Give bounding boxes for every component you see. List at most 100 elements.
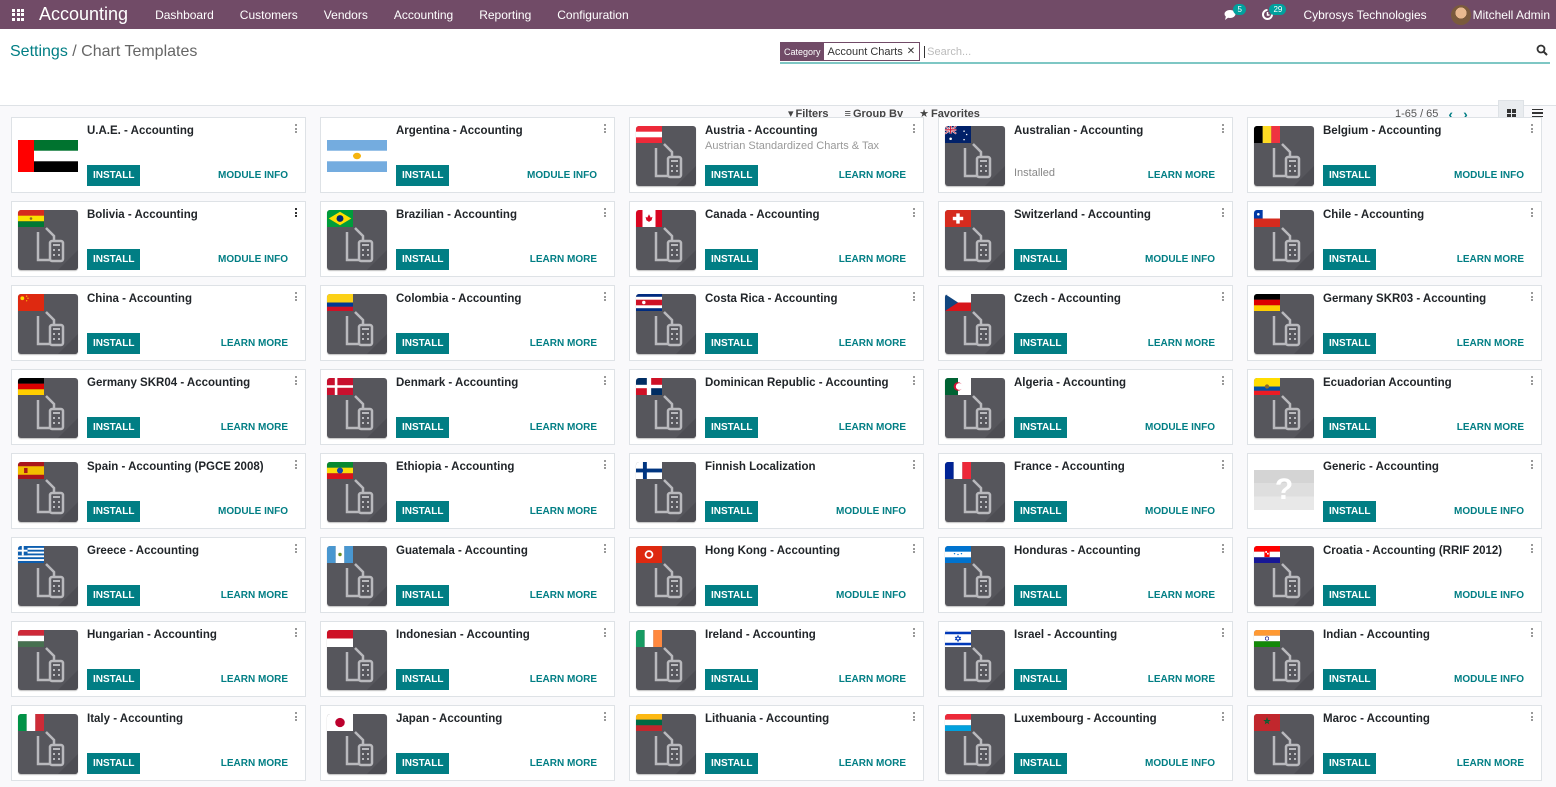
module-card[interactable]: Chile - Accounting INSTALL LEARN MORE: [1247, 201, 1542, 277]
module-card[interactable]: Maroc - Accounting INSTALL LEARN MORE: [1247, 705, 1542, 781]
module-card[interactable]: Ireland - Accounting INSTALL LEARN MORE: [629, 621, 924, 697]
learn-more-link[interactable]: LEARN MORE: [221, 590, 288, 601]
card-menu-icon[interactable]: [1222, 292, 1226, 301]
card-menu-icon[interactable]: [913, 376, 917, 385]
learn-more-link[interactable]: LEARN MORE: [839, 338, 906, 349]
card-menu-icon[interactable]: [1222, 628, 1226, 637]
install-button[interactable]: INSTALL: [396, 753, 450, 774]
module-card[interactable]: Hungarian - Accounting INSTALL LEARN MORE: [11, 621, 306, 697]
module-card[interactable]: Algeria - Accounting INSTALL MODULE INFO: [938, 369, 1233, 445]
company-switcher[interactable]: Cybrosys Technologies: [1303, 8, 1426, 22]
search-input[interactable]: [924, 45, 1536, 58]
install-button[interactable]: INSTALL: [87, 501, 141, 522]
module-info-link[interactable]: MODULE INFO: [1454, 170, 1524, 181]
card-menu-icon[interactable]: [1531, 544, 1535, 553]
learn-more-link[interactable]: LEARN MORE: [221, 758, 288, 769]
install-button[interactable]: INSTALL: [1323, 333, 1377, 354]
install-button[interactable]: INSTALL: [396, 165, 450, 186]
learn-more-link[interactable]: LEARN MORE: [221, 338, 288, 349]
menu-customers[interactable]: Customers: [227, 8, 311, 22]
learn-more-link[interactable]: LEARN MORE: [839, 758, 906, 769]
card-menu-icon[interactable]: [1222, 124, 1226, 133]
module-card[interactable]: Indonesian - Accounting INSTALL LEARN MORE: [320, 621, 615, 697]
install-button[interactable]: INSTALL: [87, 753, 141, 774]
install-button[interactable]: INSTALL: [396, 669, 450, 690]
card-menu-icon[interactable]: [913, 460, 917, 469]
install-button[interactable]: INSTALL: [705, 417, 759, 438]
module-card[interactable]: Guatemala - Accounting INSTALL LEARN MORE: [320, 537, 615, 613]
messages-button[interactable]: 5: [1213, 0, 1249, 29]
install-button[interactable]: INSTALL: [396, 249, 450, 270]
install-button[interactable]: INSTALL: [396, 501, 450, 522]
module-card[interactable]: Ethiopia - Accounting INSTALL LEARN MORE: [320, 453, 615, 529]
install-button[interactable]: INSTALL: [705, 753, 759, 774]
learn-more-link[interactable]: LEARN MORE: [839, 674, 906, 685]
card-menu-icon[interactable]: [913, 124, 917, 133]
menu-configuration[interactable]: Configuration: [544, 8, 641, 22]
card-menu-icon[interactable]: [1222, 376, 1226, 385]
learn-more-link[interactable]: LEARN MORE: [1457, 422, 1524, 433]
module-card[interactable]: Hong Kong - Accounting INSTALL MODULE INFO: [629, 537, 924, 613]
card-menu-icon[interactable]: [913, 544, 917, 553]
card-menu-icon[interactable]: [1531, 628, 1535, 637]
module-card[interactable]: Indian - Accounting INSTALL MODULE INFO: [1247, 621, 1542, 697]
module-card[interactable]: Argentina - Accounting INSTALL MODULE INFO: [320, 117, 615, 193]
facet-remove-icon[interactable]: ✕: [907, 43, 919, 60]
card-menu-icon[interactable]: [604, 712, 608, 721]
install-button[interactable]: INSTALL: [396, 585, 450, 606]
learn-more-link[interactable]: LEARN MORE: [530, 590, 597, 601]
card-menu-icon[interactable]: [913, 208, 917, 217]
install-button[interactable]: INSTALL: [705, 501, 759, 522]
module-card[interactable]: Switzerland - Accounting INSTALL MODULE IN…: [938, 201, 1233, 277]
learn-more-link[interactable]: LEARN MORE: [530, 674, 597, 685]
card-menu-icon[interactable]: [1222, 460, 1226, 469]
install-button[interactable]: INSTALL: [87, 669, 141, 690]
install-button[interactable]: INSTALL: [705, 669, 759, 690]
learn-more-link[interactable]: LEARN MORE: [530, 506, 597, 517]
module-info-link[interactable]: MODULE INFO: [1145, 758, 1215, 769]
install-button[interactable]: INSTALL: [396, 333, 450, 354]
install-button[interactable]: INSTALL: [87, 585, 141, 606]
learn-more-link[interactable]: LEARN MORE: [1148, 338, 1215, 349]
module-card[interactable]: U.A.E. - Accounting INSTALL MODULE INFO: [11, 117, 306, 193]
card-menu-icon[interactable]: [604, 544, 608, 553]
card-menu-icon[interactable]: [913, 292, 917, 301]
install-button[interactable]: INSTALL: [87, 417, 141, 438]
module-card[interactable]: Italy - Accounting INSTALL LEARN MORE: [11, 705, 306, 781]
learn-more-link[interactable]: LEARN MORE: [530, 758, 597, 769]
install-button[interactable]: INSTALL: [1323, 249, 1377, 270]
learn-more-link[interactable]: LEARN MORE: [1148, 674, 1215, 685]
card-menu-icon[interactable]: [295, 376, 299, 385]
menu-vendors[interactable]: Vendors: [311, 8, 381, 22]
install-button[interactable]: INSTALL: [1323, 669, 1377, 690]
module-card[interactable]: Lithuania - Accounting INSTALL LEARN MORE: [629, 705, 924, 781]
card-menu-icon[interactable]: [295, 208, 299, 217]
module-card[interactable]: Austria - Accounting Austrian Standardize…: [629, 117, 924, 193]
install-button[interactable]: INSTALL: [1014, 249, 1068, 270]
install-button[interactable]: INSTALL: [396, 417, 450, 438]
module-card[interactable]: Czech - Accounting INSTALL LEARN MORE: [938, 285, 1233, 361]
card-menu-icon[interactable]: [913, 628, 917, 637]
module-card[interactable]: Denmark - Accounting INSTALL LEARN MORE: [320, 369, 615, 445]
app-title[interactable]: Accounting: [39, 4, 128, 25]
learn-more-link[interactable]: LEARN MORE: [1457, 254, 1524, 265]
learn-more-link[interactable]: LEARN MORE: [839, 254, 906, 265]
card-menu-icon[interactable]: [1531, 460, 1535, 469]
card-menu-icon[interactable]: [604, 376, 608, 385]
card-menu-icon[interactable]: [1531, 292, 1535, 301]
module-info-link[interactable]: MODULE INFO: [836, 506, 906, 517]
module-info-link[interactable]: MODULE INFO: [527, 170, 597, 181]
install-button[interactable]: INSTALL: [1014, 417, 1068, 438]
module-info-link[interactable]: MODULE INFO: [1454, 674, 1524, 685]
module-card[interactable]: Israel - Accounting INSTALL LEARN MORE: [938, 621, 1233, 697]
learn-more-link[interactable]: LEARN MORE: [1148, 590, 1215, 601]
install-button[interactable]: INSTALL: [87, 249, 141, 270]
module-card[interactable]: Greece - Accounting INSTALL LEARN MORE: [11, 537, 306, 613]
module-card[interactable]: France - Accounting INSTALL MODULE INFO: [938, 453, 1233, 529]
card-menu-icon[interactable]: [295, 544, 299, 553]
learn-more-link[interactable]: LEARN MORE: [530, 254, 597, 265]
module-card[interactable]: Bolivia - Accounting INSTALL MODULE INFO: [11, 201, 306, 277]
module-card[interactable]: Canada - Accounting INSTALL LEARN MORE: [629, 201, 924, 277]
learn-more-link[interactable]: LEARN MORE: [221, 422, 288, 433]
card-menu-icon[interactable]: [295, 124, 299, 133]
